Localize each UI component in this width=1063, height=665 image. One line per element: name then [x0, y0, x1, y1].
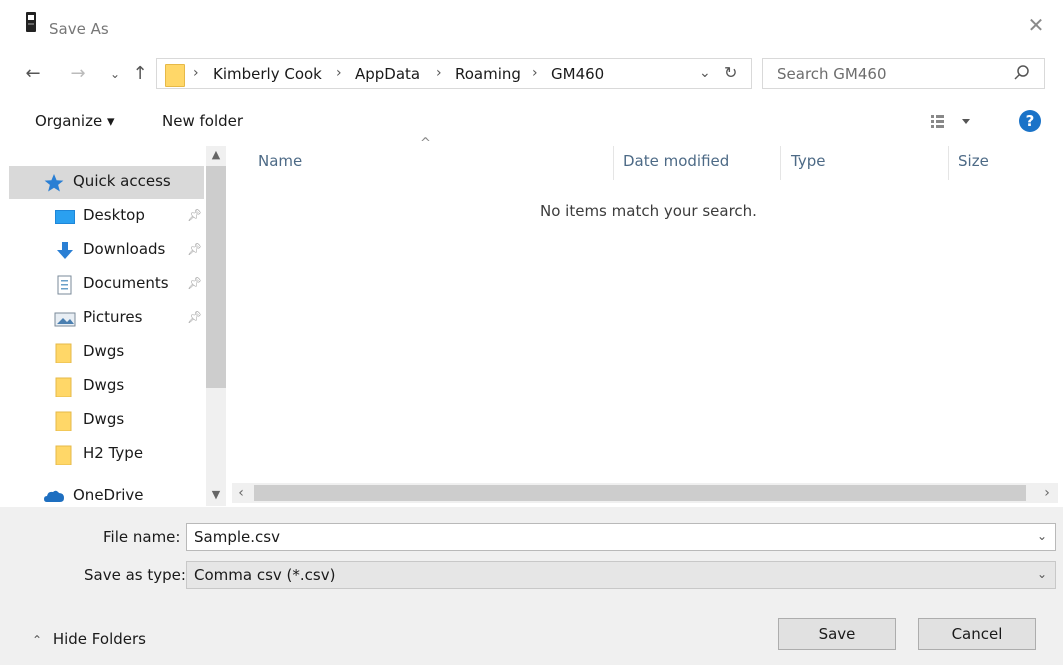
- scrollbar-thumb[interactable]: [206, 166, 226, 388]
- column-header-name[interactable]: Name: [258, 152, 302, 170]
- save-type-value: Comma csv (*.csv): [194, 566, 336, 584]
- help-icon[interactable]: ?: [1019, 110, 1041, 132]
- column-divider[interactable]: [780, 146, 781, 180]
- empty-message: No items match your search.: [540, 202, 757, 220]
- window-title: Save As: [49, 20, 109, 38]
- sidebar-item-dwgs[interactable]: Dwgs: [9, 404, 204, 437]
- file-name-field[interactable]: Sample.csv ⌄: [186, 523, 1056, 551]
- search-input[interactable]: Search GM460: [777, 65, 887, 83]
- scroll-right-icon[interactable]: ›: [1038, 483, 1056, 503]
- organize-button[interactable]: Organize ▾: [35, 112, 115, 130]
- breadcrumb-item[interactable]: AppData: [355, 65, 420, 83]
- download-icon: [57, 242, 73, 259]
- sidebar-item-dwgs[interactable]: Dwgs: [9, 370, 204, 403]
- hide-folders-label: Hide Folders: [52, 630, 146, 648]
- new-folder-button[interactable]: New folder: [162, 112, 243, 130]
- column-divider[interactable]: [613, 146, 614, 180]
- folder-icon: [55, 377, 72, 397]
- save-type-label: Save as type:: [84, 566, 186, 584]
- folder-icon: [55, 411, 72, 431]
- breadcrumb-separator: ›: [532, 65, 538, 81]
- toolbar: Organize ▾ New folder ?: [0, 100, 1063, 144]
- pin-icon[interactable]: 📌︎: [187, 242, 202, 256]
- arrow-left-icon[interactable]: ←: [21, 62, 45, 86]
- file-name-label: File name:: [103, 528, 181, 546]
- breadcrumb-separator: ›: [336, 65, 342, 81]
- address-bar[interactable]: › Kimberly Cook › AppData › Roaming › GM…: [156, 58, 752, 89]
- sidebar-item-label: Quick access: [73, 172, 171, 190]
- sidebar-item-label: OneDrive: [73, 486, 144, 504]
- cancel-button[interactable]: Cancel: [918, 618, 1036, 650]
- app-icon: [26, 12, 36, 32]
- breadcrumb-item[interactable]: Kimberly Cook: [213, 65, 322, 83]
- title-bar: Save As ✕: [0, 0, 1063, 44]
- close-icon[interactable]: ✕: [1027, 15, 1045, 35]
- cloud-icon: [44, 490, 64, 502]
- sidebar-item-label: Desktop: [83, 206, 145, 224]
- search-icon[interactable]: [1013, 64, 1031, 82]
- navigation-scrollbar[interactable]: ▲ ▼: [206, 146, 226, 506]
- folder-icon: [165, 64, 185, 87]
- file-name-value: Sample.csv: [194, 528, 280, 546]
- content-scrollbar[interactable]: ‹ ›: [232, 483, 1058, 503]
- sidebar-item-pictures[interactable]: Pictures 📌︎: [9, 302, 204, 335]
- pictures-icon: [54, 312, 76, 327]
- breadcrumb-separator: ›: [193, 65, 199, 81]
- desktop-icon: [55, 210, 75, 224]
- pin-icon[interactable]: 📌︎: [187, 310, 202, 324]
- sidebar-item-onedrive[interactable]: OneDrive: [9, 480, 204, 506]
- sidebar-item-h2-type[interactable]: H2 Type: [9, 438, 204, 471]
- sidebar-item-label: H2 Type: [83, 444, 144, 462]
- folder-icon: [55, 445, 72, 465]
- scroll-down-icon[interactable]: ▼: [206, 486, 226, 504]
- sidebar-item-desktop[interactable]: Desktop 📌︎: [9, 200, 204, 233]
- chevron-down-icon[interactable]: ⌄: [1037, 529, 1047, 543]
- chevron-down-icon[interactable]: ⌄: [103, 62, 127, 86]
- sidebar-item-label: Dwgs: [83, 342, 125, 360]
- hide-folders-button[interactable]: ⌃ Hide Folders: [32, 630, 146, 648]
- breadcrumb-item[interactable]: Roaming: [455, 65, 521, 83]
- chevron-up-icon: ⌃: [32, 633, 43, 647]
- sidebar-item-dwgs[interactable]: Dwgs: [9, 336, 204, 369]
- pin-icon[interactable]: 📌︎: [187, 276, 202, 290]
- sidebar-item-label: Documents: [83, 274, 169, 292]
- address-dropdown-icon[interactable]: ⌄: [699, 65, 711, 81]
- navigation-pane: Quick access Desktop 📌︎ Downloads 📌︎ Doc…: [9, 146, 227, 506]
- column-header-size[interactable]: Size: [958, 152, 989, 170]
- scrollbar-thumb[interactable]: [254, 485, 1026, 501]
- star-icon: [44, 174, 64, 192]
- breadcrumb-separator: ›: [436, 65, 442, 81]
- refresh-icon[interactable]: ↻: [724, 63, 737, 82]
- sidebar-item-documents[interactable]: Documents 📌︎: [9, 268, 204, 301]
- sort-ascending-icon: ^: [420, 136, 431, 151]
- chevron-down-icon[interactable]: ⌄: [1037, 567, 1047, 581]
- save-type-select[interactable]: Comma csv (*.csv) ⌄: [186, 561, 1056, 589]
- pin-icon[interactable]: 📌︎: [187, 208, 202, 222]
- search-box[interactable]: Search GM460: [762, 58, 1045, 89]
- view-options-icon[interactable]: [929, 112, 974, 130]
- sidebar-item-label: Dwgs: [83, 376, 125, 394]
- document-icon: [57, 275, 72, 295]
- sidebar-item-label: Downloads: [83, 240, 166, 258]
- arrow-up-icon[interactable]: ↑: [128, 62, 152, 86]
- sidebar-item-downloads[interactable]: Downloads 📌︎: [9, 234, 204, 267]
- sidebar-item-label: Pictures: [83, 308, 143, 326]
- breadcrumb-item[interactable]: GM460: [551, 65, 604, 83]
- column-divider[interactable]: [948, 146, 949, 180]
- sidebar-item-quick-access[interactable]: Quick access: [9, 166, 204, 199]
- arrow-right-icon[interactable]: →: [66, 62, 90, 86]
- column-header-type[interactable]: Type: [791, 152, 825, 170]
- folder-icon: [55, 343, 72, 363]
- save-button[interactable]: Save: [778, 618, 896, 650]
- sidebar-item-label: Dwgs: [83, 410, 125, 428]
- column-header-date-modified[interactable]: Date modified: [623, 152, 729, 170]
- scroll-up-icon[interactable]: ▲: [206, 146, 226, 164]
- scroll-left-icon[interactable]: ‹: [232, 483, 250, 503]
